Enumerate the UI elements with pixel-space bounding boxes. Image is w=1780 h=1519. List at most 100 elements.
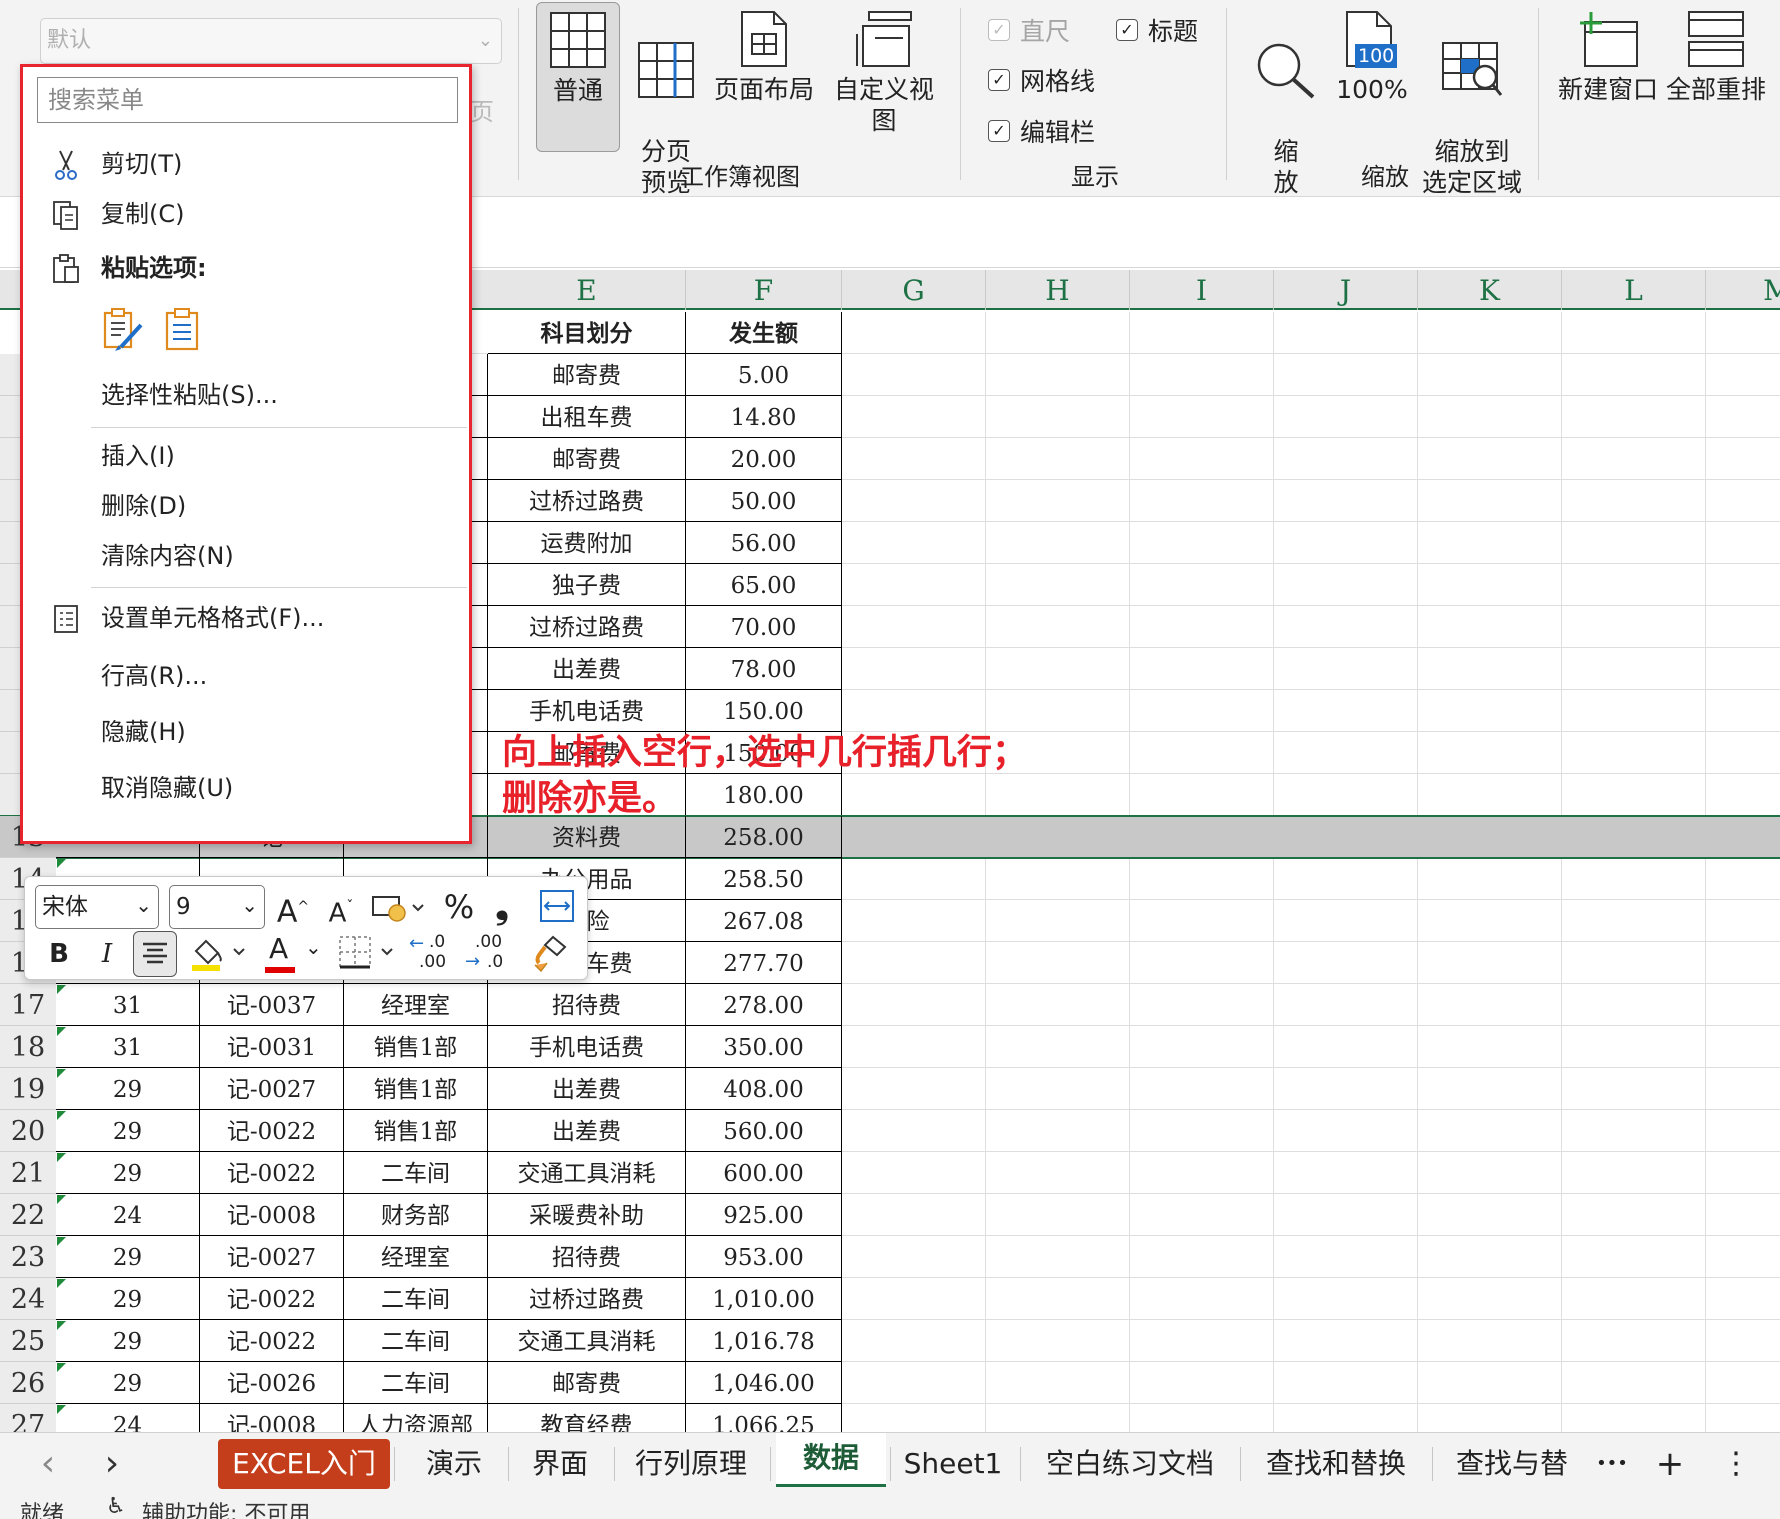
paste-option-keep-formatting[interactable] [101,307,145,353]
row-header[interactable]: 23 [0,1236,56,1278]
checkbox-ruler[interactable]: ✓ 直尺 [988,12,1070,48]
cell-A[interactable]: 29 [56,1362,200,1404]
cell-A[interactable]: 29 [56,1236,200,1278]
cell-C[interactable]: 二车间 [344,1320,488,1362]
cell-E[interactable]: 交通工具消耗 [488,1152,686,1194]
cell-E[interactable]: 邮寄费 [488,354,686,396]
cell-E[interactable]: 招待费 [488,1236,686,1278]
row-header[interactable]: 19 [0,1068,56,1110]
add-sheet-button[interactable]: + [1650,1439,1690,1489]
view-normal-button[interactable]: 普通 [536,2,620,152]
font-size-select[interactable]: 9 ⌄ [169,885,265,929]
cell-E[interactable]: 过桥过路费 [488,480,686,522]
cell-F[interactable]: 1,066.25 [686,1404,842,1432]
cell-E[interactable]: 过桥过路费 [488,1278,686,1320]
column-header-K[interactable]: K [1418,270,1562,310]
cell-C[interactable]: 销售1部 [344,1110,488,1152]
column-header-J[interactable]: J [1274,270,1418,310]
cell-E[interactable]: 邮寄费 [488,438,686,480]
cell-F[interactable]: 70.00 [686,606,842,648]
cell-F[interactable]: 267.08 [686,900,842,942]
sheet-tab[interactable]: Sheet1 [890,1439,1016,1489]
row-header[interactable]: 20 [0,1110,56,1152]
cell-C[interactable]: 二车间 [344,1152,488,1194]
cell-F[interactable]: 408.00 [686,1068,842,1110]
cell-E[interactable]: 过桥过路费 [488,606,686,648]
cell-C[interactable]: 财务部 [344,1194,488,1236]
cell-F[interactable]: 1,046.00 [686,1362,842,1404]
row-header[interactable]: 25 [0,1320,56,1362]
cell-F[interactable]: 258.50 [686,858,842,900]
menu-item-delete[interactable]: 删除(D) [23,481,469,531]
cell-F[interactable]: 65.00 [686,564,842,606]
sheet-tab[interactable]: 查找与替 [1444,1439,1580,1489]
table-header-cell[interactable]: 发生额 [686,312,842,354]
cell-B[interactable]: 记-0022 [200,1152,344,1194]
cell-E[interactable]: 手机电话费 [488,1026,686,1068]
menu-item-cut[interactable]: 剪切(T) [23,139,469,189]
sheet-tab[interactable]: 行列原理 [616,1439,766,1489]
cell-C[interactable]: 二车间 [344,1278,488,1320]
column-header-M[interactable]: M [1706,270,1780,310]
column-header-H[interactable]: H [986,270,1130,310]
sheet-tab[interactable]: 演示 [404,1439,504,1489]
cell-C[interactable]: 二车间 [344,1362,488,1404]
cell-A[interactable]: 24 [56,1404,200,1432]
percent-style-button[interactable]: % [439,885,479,929]
cell-B[interactable]: 记-0027 [200,1236,344,1278]
cell-F[interactable]: 600.00 [686,1152,842,1194]
cell-F[interactable]: 78.00 [686,648,842,690]
cell-E[interactable]: 手机电话费 [488,690,686,732]
row-header[interactable]: 22 [0,1194,56,1236]
cell-C[interactable]: 经理室 [344,984,488,1026]
cell-E[interactable]: 招待费 [488,984,686,1026]
cell-E[interactable]: 出租车费 [488,396,686,438]
cell-B[interactable]: 记-0022 [200,1110,344,1152]
view-custom-button[interactable]: 自定义视图 [822,10,946,136]
cell-A[interactable]: 29 [56,1320,200,1362]
menu-item-format-cells[interactable]: 设置单元格格式(F)... [23,593,469,643]
cell-F[interactable]: 1,010.00 [686,1278,842,1320]
center-align-button[interactable] [133,931,177,977]
row-header[interactable]: 27 [0,1404,56,1432]
cell-C[interactable]: 销售1部 [344,1068,488,1110]
menu-item-row-height[interactable]: 行高(R)... [23,651,469,701]
checkbox-formula-bar[interactable]: ✓ 编辑栏 [988,113,1095,149]
tab-more-button[interactable]: ••• [1592,1439,1632,1489]
grow-font-button[interactable]: A^ [273,885,313,929]
cell-A[interactable]: 29 [56,1152,200,1194]
tab-scroll-prev[interactable]: ‹ [30,1439,66,1489]
sheet-tab[interactable]: 界面 [510,1439,610,1489]
checkbox-gridlines[interactable]: ✓ 网格线 [988,62,1095,98]
wrap-text-button[interactable] [537,889,577,925]
cell-F[interactable]: 277.70 [686,942,842,984]
paste-option-values[interactable] [161,307,205,353]
cell-E[interactable]: 教育经费 [488,1404,686,1432]
cell-E[interactable]: 交通工具消耗 [488,1320,686,1362]
menu-item-hide[interactable]: 隐藏(H) [23,707,469,757]
row-header[interactable]: 18 [0,1026,56,1068]
arrange-all-button[interactable]: 全部重排 [1664,10,1768,105]
checkbox-headings[interactable]: ✓ 标题 [1116,12,1198,48]
menu-item-insert[interactable]: 插入(I) [23,431,469,481]
cell-A[interactable]: 31 [56,1026,200,1068]
sheet-tab[interactable]: 查找和替换 [1244,1439,1428,1489]
accounting-format-button[interactable] [367,889,431,929]
cell-B[interactable]: 记-0008 [200,1194,344,1236]
column-header-G[interactable]: G [842,270,986,310]
menu-search-input[interactable]: 搜索菜单 [37,77,458,123]
cell-F[interactable]: 258.00 [686,816,842,858]
cell-E[interactable]: 出差费 [488,1068,686,1110]
cell-C[interactable]: 人力资源部 [344,1404,488,1432]
cell-C[interactable]: 经理室 [344,1236,488,1278]
row-header[interactable]: 26 [0,1362,56,1404]
column-header-L[interactable]: L [1562,270,1706,310]
cell-F[interactable]: 14.80 [686,396,842,438]
cell-B[interactable]: 记-0031 [200,1026,344,1068]
shrink-font-button[interactable]: Aˇ [321,885,361,929]
cell-A[interactable]: 29 [56,1068,200,1110]
tab-scroll-next[interactable]: › [94,1439,130,1489]
cell-F[interactable]: 5.00 [686,354,842,396]
new-window-button[interactable]: 新建窗口 [1556,10,1660,105]
row-header[interactable]: 24 [0,1278,56,1320]
